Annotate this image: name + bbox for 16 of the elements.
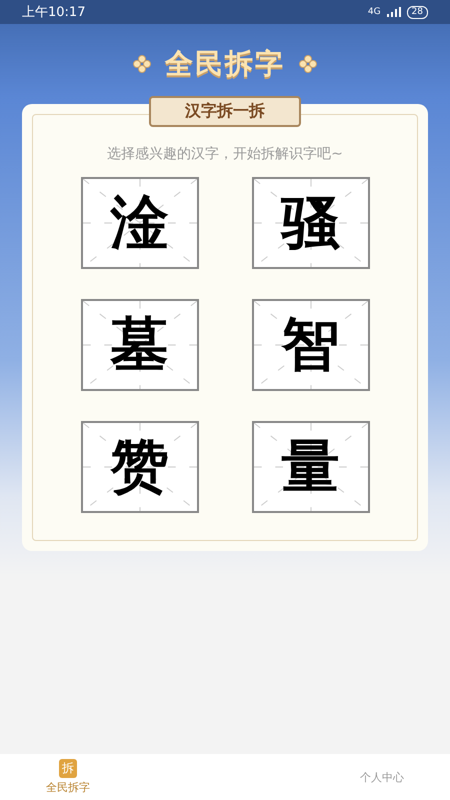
card-title: 汉字拆一拆 xyxy=(149,96,301,127)
app-title: 全民拆字 xyxy=(165,46,285,82)
tab-icon: 拆 xyxy=(59,759,77,778)
network-label: 4G xyxy=(368,7,381,17)
status-time: 上午10:17 xyxy=(22,4,86,21)
character-tile[interactable]: 赞 xyxy=(80,421,198,513)
character-tile[interactable]: 智 xyxy=(252,299,370,391)
character-tile[interactable]: 量 xyxy=(252,421,370,513)
flower-icon xyxy=(299,55,317,73)
hint-text: 选择感兴趣的汉字，开始拆解识字吧~ xyxy=(107,145,343,163)
battery-level: 28 xyxy=(406,6,428,18)
character-tile[interactable]: 骚 xyxy=(252,177,370,269)
signal-icon xyxy=(386,7,401,17)
character-tile[interactable]: 淦 xyxy=(80,177,198,269)
flower-icon xyxy=(133,55,151,73)
character-tile[interactable]: 墓 xyxy=(80,299,198,391)
